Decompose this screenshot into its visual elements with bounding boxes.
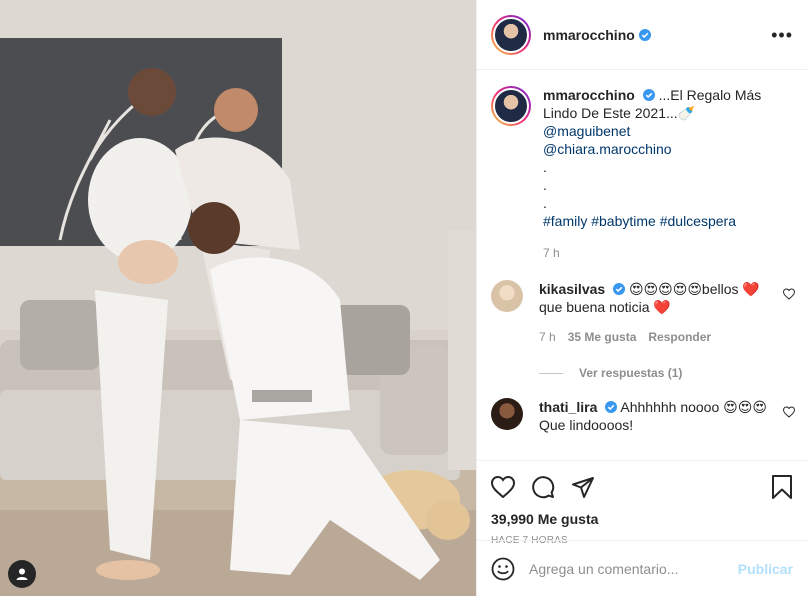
mention-link[interactable]: @chiara.marocchino: [543, 140, 783, 158]
view-replies-label: Ver respuestas (1): [579, 366, 683, 380]
like-comment-heart-icon[interactable]: [783, 288, 795, 300]
caption-dot: .: [543, 177, 547, 193]
comment-input[interactable]: [529, 560, 738, 577]
like-comment-heart-icon[interactable]: [783, 406, 795, 418]
likes-count[interactable]: 39,990 Me gusta: [491, 511, 793, 527]
post-photo[interactable]: [0, 0, 476, 596]
caption-dot: .: [543, 195, 547, 211]
caption-dot: .: [543, 159, 547, 175]
publish-button[interactable]: Publicar: [738, 561, 793, 577]
tagged-user-icon[interactable]: [8, 560, 36, 588]
caption: mmarocchino ...El Regalo Más Lindo De Es…: [491, 86, 793, 262]
caption-author-avatar[interactable]: [491, 86, 531, 126]
save-bookmark-icon[interactable]: [771, 475, 793, 499]
post-details-panel: mmarocchino ••• mmarocchino ...El Regalo…: [476, 0, 807, 596]
more-options-icon[interactable]: •••: [771, 26, 793, 44]
verified-badge-icon: [642, 89, 655, 101]
comment: thati_lira Ahhhhhh noooo 😍😍😍 Que lindooo…: [491, 398, 795, 434]
comment-body: kikasilvas 😍😍😍😍😍bellos ❤️ que buena noti…: [539, 280, 769, 346]
emoji-smiley-icon[interactable]: [491, 557, 515, 581]
view-replies-button[interactable]: Ver respuestas (1): [539, 366, 793, 380]
comment-time[interactable]: 7 h: [539, 328, 556, 346]
comment-username[interactable]: kikasilvas: [539, 281, 605, 297]
author-username[interactable]: mmarocchino: [543, 27, 635, 43]
comment-body: thati_lira Ahhhhhh noooo 😍😍😍 Que lindooo…: [539, 398, 769, 434]
comment: kikasilvas 😍😍😍😍😍bellos ❤️ que buena noti…: [491, 280, 795, 346]
hashtags[interactable]: #family #babytime #dulcespera: [543, 212, 783, 230]
like-heart-icon[interactable]: [491, 476, 515, 498]
share-paper-plane-icon[interactable]: [571, 475, 595, 499]
commenter-avatar[interactable]: [491, 398, 523, 430]
verified-badge-icon: [613, 283, 626, 295]
mention-link[interactable]: @maguibenet: [543, 122, 783, 140]
comment-username[interactable]: thati_lira: [539, 399, 597, 415]
comment-likes[interactable]: 35 Me gusta: [568, 328, 637, 346]
verified-badge-icon: [638, 28, 651, 41]
post-header: mmarocchino •••: [477, 0, 807, 70]
reply-button[interactable]: Responder: [648, 328, 711, 346]
instagram-post-view: mmarocchino ••• mmarocchino ...El Regalo…: [0, 0, 807, 596]
verified-badge-icon: [605, 401, 618, 413]
comment-bubble-icon[interactable]: [531, 475, 555, 499]
comment-meta: 7 h 35 Me gusta Responder: [539, 328, 769, 346]
photo-illustration: [0, 0, 476, 596]
author-avatar[interactable]: [491, 14, 531, 55]
caption-time[interactable]: 7 h: [543, 244, 783, 262]
commenter-avatar[interactable]: [491, 280, 523, 312]
replies-divider: [539, 372, 563, 374]
add-comment-bar: Publicar: [477, 540, 807, 596]
caption-username[interactable]: mmarocchino: [543, 87, 635, 103]
action-icons: [491, 467, 793, 507]
comments-section: mmarocchino ...El Regalo Más Lindo De Es…: [477, 70, 807, 460]
caption-body: mmarocchino ...El Regalo Más Lindo De Es…: [543, 86, 783, 262]
